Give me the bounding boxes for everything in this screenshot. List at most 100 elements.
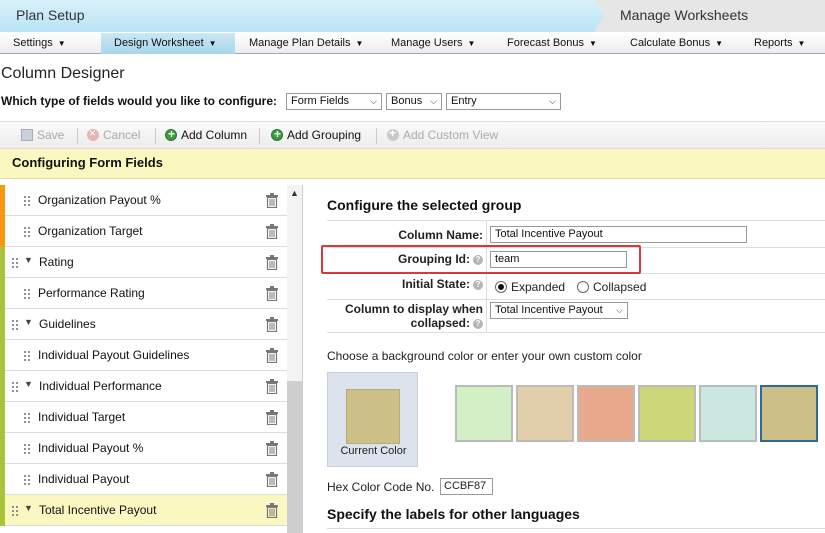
list-item[interactable]: Individual Payout % (0, 433, 287, 464)
list-item-label: Individual Target (38, 410, 126, 424)
menu-forecast-bonus[interactable]: Forecast Bonus ▼ (507, 33, 597, 54)
menu-reports[interactable]: Reports ▼ (754, 33, 805, 54)
row-color-bar (0, 340, 5, 371)
plan-type-select[interactable]: Bonus ⌵ (386, 93, 442, 110)
drag-handle-icon[interactable] (23, 195, 31, 207)
list-item[interactable]: Individual Payout (0, 464, 287, 495)
collapse-triangle-icon[interactable]: ▼ (24, 317, 33, 327)
color-swatch[interactable] (455, 385, 513, 442)
list-item[interactable]: Individual Payout Guidelines (0, 340, 287, 371)
chevron-down-icon: ⌵ (549, 96, 556, 106)
trash-icon[interactable] (265, 348, 279, 364)
list-item[interactable]: Organization Target (0, 216, 287, 247)
wizard-step-manage-worksheets[interactable]: Manage Worksheets (620, 7, 748, 23)
list-scrollbar[interactable]: ▲ (287, 185, 302, 533)
caret-down-icon: ▼ (797, 39, 806, 48)
cancel-icon (87, 126, 99, 141)
toolbar-divider (259, 128, 260, 144)
color-swatch[interactable] (516, 385, 574, 442)
add-custom-view-button[interactable]: Add Custom View (387, 126, 498, 142)
trash-icon[interactable] (265, 379, 279, 395)
cancel-button[interactable]: Cancel (87, 126, 140, 142)
caret-down-icon: ▼ (355, 39, 364, 48)
drag-handle-icon[interactable] (23, 350, 31, 362)
toolbar-divider (155, 128, 156, 144)
add-column-button[interactable]: Add Column (165, 127, 247, 142)
radio-unselected-icon (577, 281, 589, 293)
color-swatch[interactable] (699, 385, 757, 442)
drag-handle-icon[interactable] (23, 443, 31, 455)
help-icon[interactable]: ? (473, 280, 483, 290)
list-item-label: Individual Payout % (38, 441, 144, 455)
hex-code-label: Hex Color Code No. (327, 480, 435, 494)
drag-handle-icon[interactable] (11, 505, 19, 517)
hex-code-input[interactable]: CCBF87 (440, 478, 493, 495)
grouping-id-highlight (321, 245, 641, 274)
list-group-row[interactable]: ▼ Total Incentive Payout (0, 495, 287, 526)
worksheet-type-select[interactable]: Entry ⌵ (446, 93, 561, 110)
trash-icon[interactable] (265, 441, 279, 457)
trash-icon[interactable] (265, 224, 279, 240)
drag-handle-icon[interactable] (23, 412, 31, 424)
list-item[interactable]: Individual Target (0, 402, 287, 433)
trash-icon[interactable] (265, 286, 279, 302)
expanded-radio[interactable]: Expanded (495, 280, 565, 294)
drag-handle-icon[interactable] (23, 226, 31, 238)
help-icon[interactable]: ? (473, 319, 483, 329)
save-button[interactable]: Save (21, 128, 64, 142)
row-color-bar (0, 247, 5, 278)
menu-design-worksheet[interactable]: Design Worksheet ▼ (101, 33, 235, 54)
collapse-triangle-icon[interactable]: ▼ (24, 379, 33, 389)
caret-down-icon: ▼ (467, 39, 476, 48)
row-color-bar (0, 495, 5, 526)
wizard-step-plan-setup[interactable]: Plan Setup (0, 0, 604, 32)
drag-handle-icon[interactable] (11, 319, 19, 331)
list-item-label: Guidelines (39, 317, 96, 331)
row-color-bar (0, 371, 5, 402)
chevron-down-icon: ⌵ (616, 305, 623, 315)
drag-handle-icon[interactable] (23, 288, 31, 300)
column-name-label: Column Name: (398, 228, 483, 242)
color-swatch[interactable] (760, 385, 818, 442)
scroll-up-icon[interactable]: ▲ (290, 188, 299, 198)
row-color-bar (0, 402, 5, 433)
list-group-row[interactable]: ▼ Rating (0, 247, 287, 278)
trash-icon[interactable] (265, 410, 279, 426)
configuring-header: Configuring Form Fields (0, 149, 825, 179)
drag-handle-icon[interactable] (11, 257, 19, 269)
trash-icon[interactable] (265, 317, 279, 333)
trash-icon[interactable] (265, 255, 279, 271)
row-color-bar (0, 464, 5, 495)
scroll-thumb[interactable] (287, 381, 302, 533)
list-item[interactable]: Organization Payout % (0, 185, 287, 216)
trash-icon[interactable] (265, 193, 279, 209)
field-type-select[interactable]: Form Fields ⌵ (286, 93, 382, 110)
color-swatch[interactable] (638, 385, 696, 442)
menu-manage-plan-details[interactable]: Manage Plan Details ▼ (249, 33, 363, 54)
wizard-bar: Plan Setup Manage Worksheets (0, 0, 825, 32)
collapsed-radio[interactable]: Collapsed (577, 280, 646, 294)
caret-down-icon: ▼ (57, 39, 66, 48)
list-group-row[interactable]: ▼ Individual Performance (0, 371, 287, 402)
list-item-label: Organization Payout % (38, 193, 161, 207)
trash-icon[interactable] (265, 503, 279, 519)
menu-calculate-bonus[interactable]: Calculate Bonus ▼ (630, 33, 723, 54)
add-grouping-button[interactable]: Add Grouping (271, 127, 361, 142)
configuring-title: Configuring Form Fields (12, 155, 163, 170)
drag-handle-icon[interactable] (23, 474, 31, 486)
list-group-row[interactable]: ▼ Guidelines (0, 309, 287, 340)
color-swatch[interactable] (577, 385, 635, 442)
list-item[interactable]: Performance Rating (0, 278, 287, 309)
trash-icon[interactable] (265, 472, 279, 488)
chevron-down-icon: ⌵ (370, 96, 377, 106)
column-name-input[interactable]: Total Incentive Payout (490, 226, 747, 243)
menu-settings[interactable]: Settings ▼ (13, 33, 66, 54)
column-list: Organization Payout % Organization Target… (0, 185, 303, 533)
collapse-triangle-icon[interactable]: ▼ (24, 503, 33, 513)
display-collapsed-select[interactable]: Total Incentive Payout ⌵ (490, 302, 628, 319)
drag-handle-icon[interactable] (11, 381, 19, 393)
row-color-bar (0, 216, 5, 247)
collapse-triangle-icon[interactable]: ▼ (24, 255, 33, 265)
menu-manage-users[interactable]: Manage Users ▼ (391, 33, 475, 54)
wizard-step-label: Plan Setup (16, 7, 85, 23)
